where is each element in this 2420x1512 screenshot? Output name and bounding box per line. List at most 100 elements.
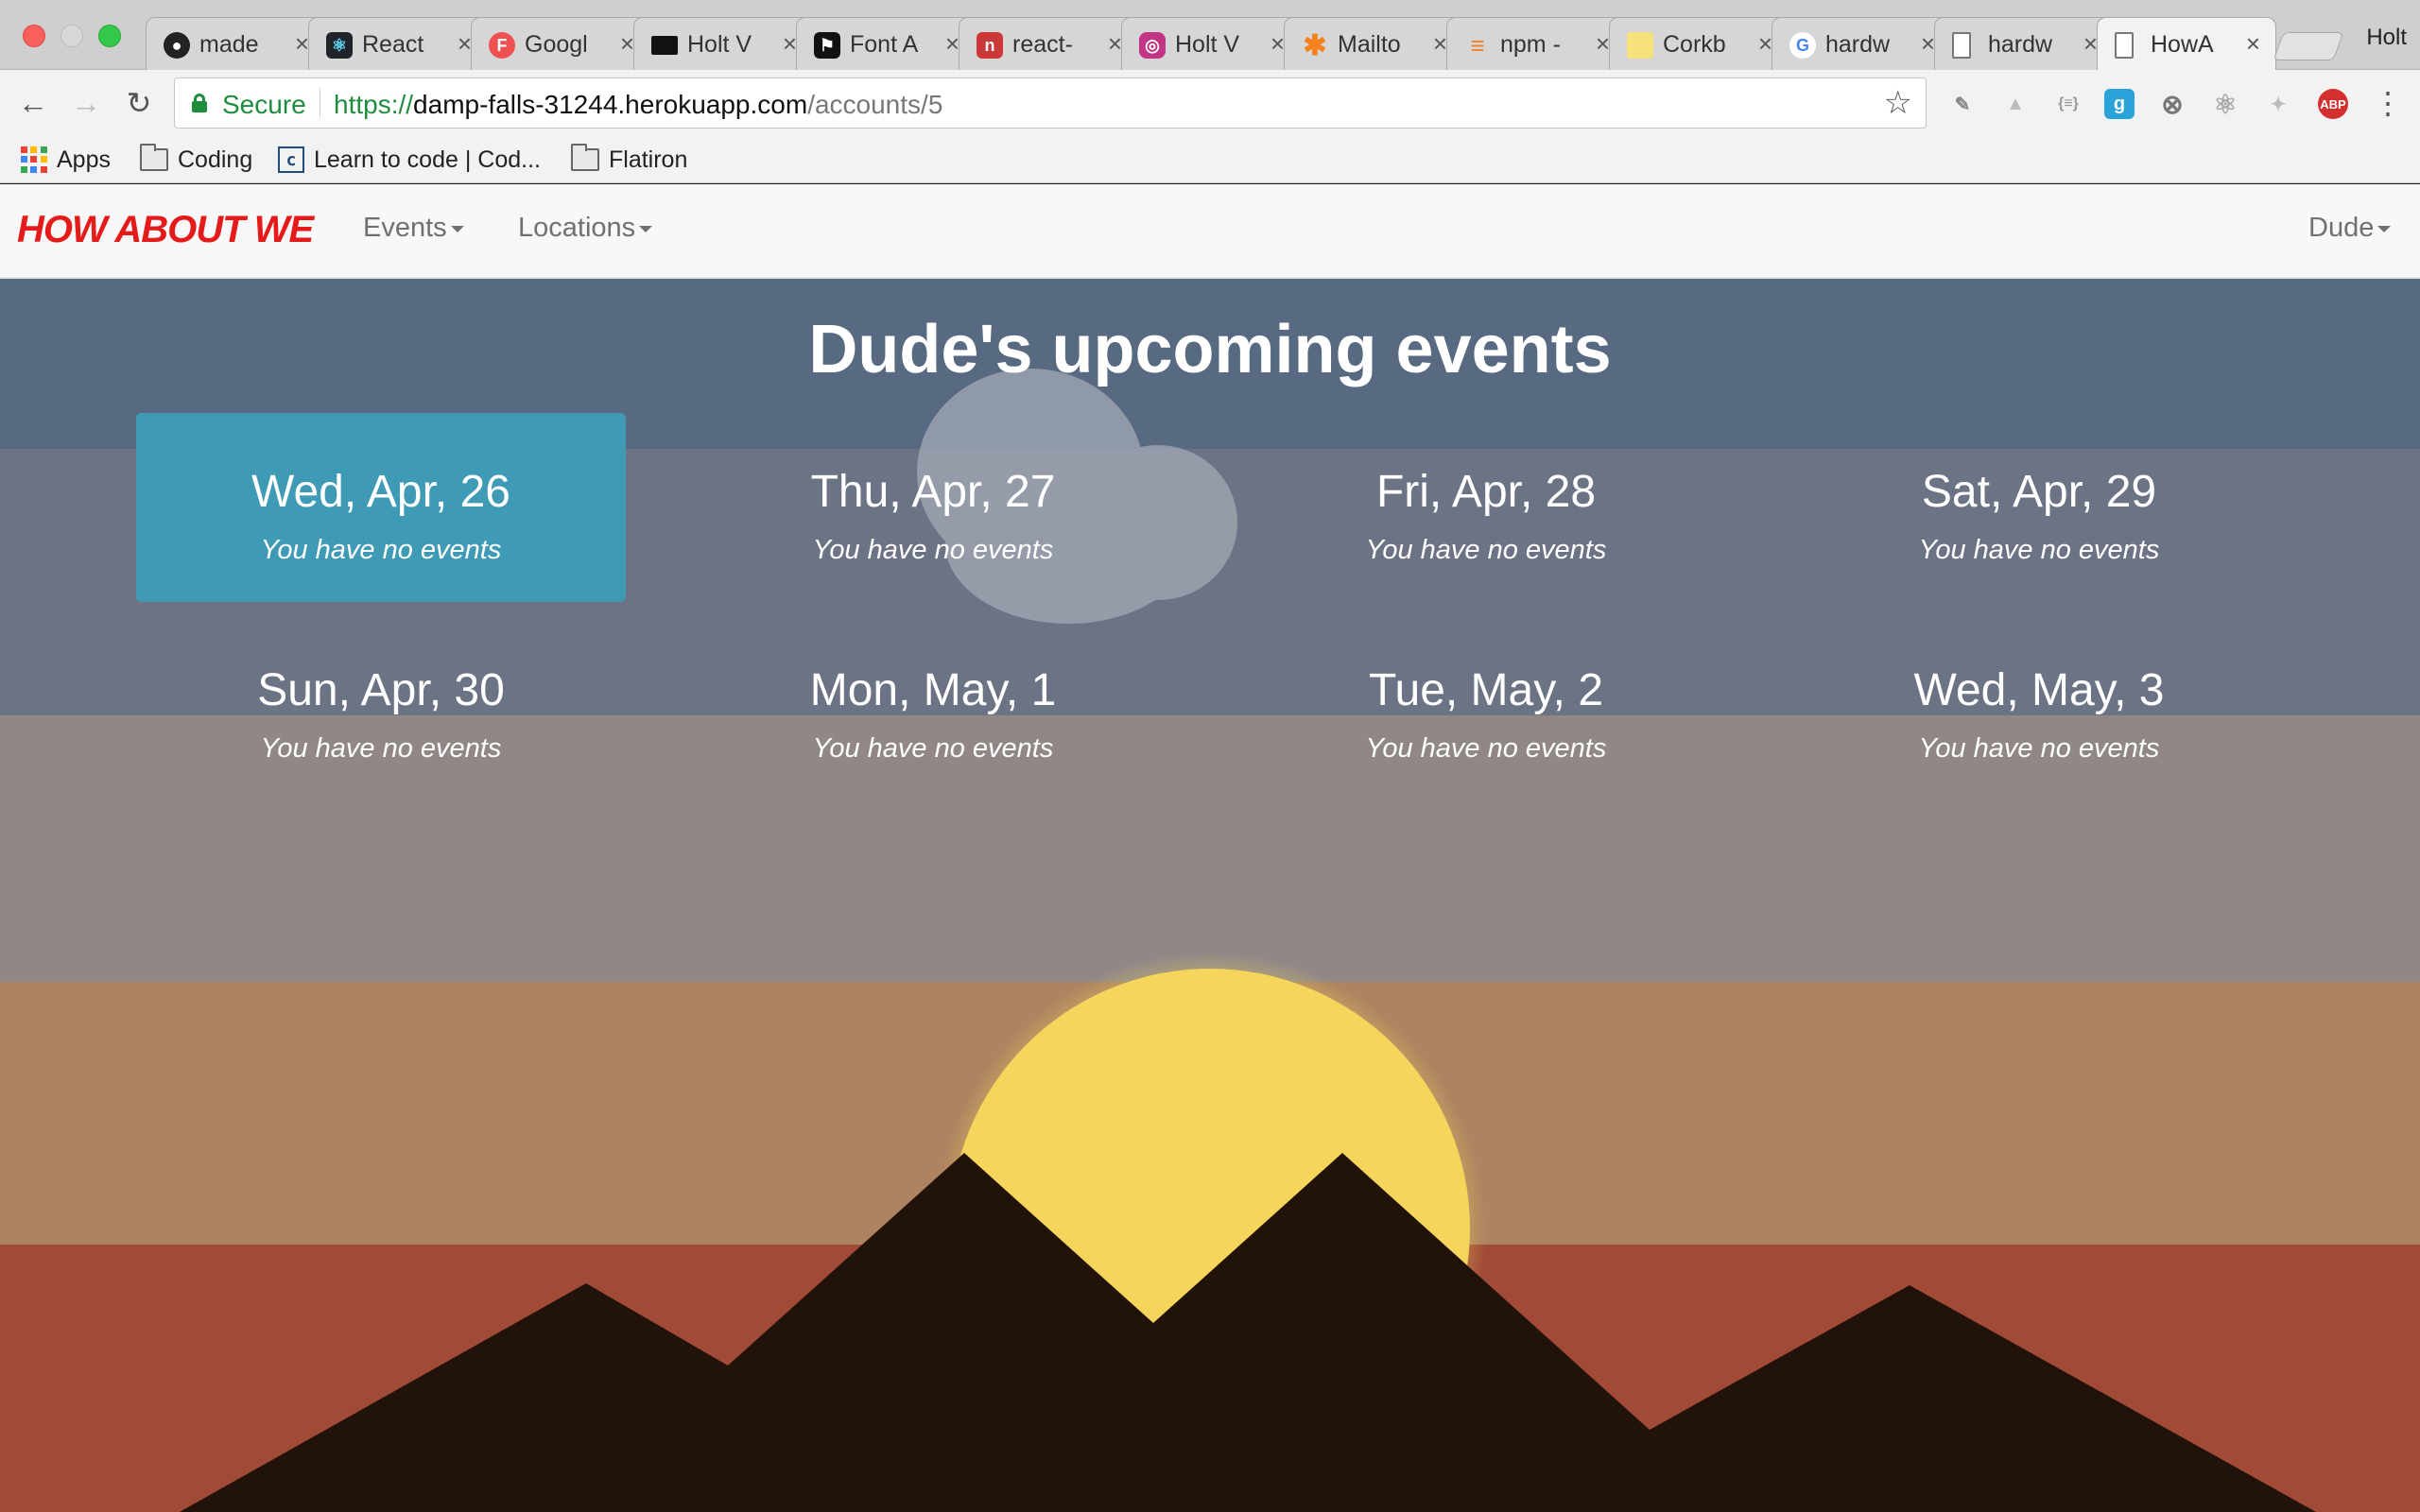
puzzle-extension-icon[interactable]: ✦ xyxy=(2263,89,2293,119)
json-extension-icon[interactable]: {≡} xyxy=(2053,89,2083,119)
secure-label: Secure xyxy=(222,90,306,119)
day-card[interactable]: Sat, Apr, 29 You have no events xyxy=(1794,413,2284,602)
day-status: You have no events xyxy=(1918,535,2160,565)
browser-tab[interactable]: hardw × xyxy=(1934,17,2114,70)
browser-tab[interactable]: ⚑ Font A × xyxy=(796,17,976,70)
browser-tab[interactable]: ✱ Mailto × xyxy=(1284,17,1463,70)
locations-dropdown[interactable]: Locations xyxy=(518,213,653,244)
settings-extension-icon[interactable]: ⊗ xyxy=(2157,89,2187,119)
browser-toolbar: ← → ↻ Secure https://damp-falls-31244.he… xyxy=(0,70,2420,136)
bookmarks-bar: Apps Coding c Learn to code | Cod... Fla… xyxy=(0,136,2420,183)
day-card[interactable]: Mon, May, 1 You have no events xyxy=(688,611,1178,800)
day-status: You have no events xyxy=(1918,733,2160,764)
day-status: You have no events xyxy=(812,535,1054,565)
stackoverflow-icon: ≡ xyxy=(1470,30,1485,60)
events-dropdown[interactable]: Events xyxy=(363,213,464,244)
day-card-highlighted[interactable]: Wed, Apr, 26 You have no events xyxy=(136,413,626,602)
address-bar[interactable]: Secure https://damp-falls-31244.herokuap… xyxy=(174,77,1927,129)
day-status: You have no events xyxy=(260,535,502,565)
user-dropdown[interactable]: Dude xyxy=(2308,213,2392,244)
minimize-window-button[interactable] xyxy=(60,25,83,47)
caret-down-icon xyxy=(639,225,653,232)
browser-tab[interactable]: G hardw × xyxy=(1772,17,1951,70)
day-card[interactable]: Sun, Apr, 30 You have no events xyxy=(136,611,626,800)
bookmark-folder-coding[interactable]: Coding xyxy=(140,144,252,176)
browser-tab[interactable]: F Googl × xyxy=(471,17,650,70)
codecademy-icon: c xyxy=(278,146,304,173)
folder-icon xyxy=(571,144,599,171)
browser-tab-active[interactable]: HowA × xyxy=(2097,17,2276,71)
note-icon xyxy=(1627,32,1653,59)
close-tab-icon[interactable]: × xyxy=(295,29,309,59)
adblock-icon[interactable]: ABP xyxy=(2318,89,2348,119)
tab-strip: ● made × ⚛ React × F Googl × Holt V × ⚑ … xyxy=(0,0,2420,71)
caret-down-icon xyxy=(450,225,464,232)
day-date: Sat, Apr, 29 xyxy=(1921,467,2157,517)
react-devtools-icon[interactable]: ⚛ xyxy=(2210,89,2240,119)
day-date: Thu, Apr, 27 xyxy=(810,467,1056,517)
reload-icon[interactable]: ↻ xyxy=(123,87,155,119)
browser-tab[interactable]: ◎ Holt V × xyxy=(1121,17,1301,70)
browser-tab[interactable]: Holt V × xyxy=(633,17,813,70)
close-tab-icon[interactable]: × xyxy=(458,29,472,59)
npm-icon: n xyxy=(977,32,1003,59)
url-text[interactable]: https://damp-falls-31244.herokuapp.com/a… xyxy=(334,90,942,120)
close-tab-icon[interactable]: × xyxy=(2083,29,2098,59)
browser-tab[interactable]: Corkb × xyxy=(1609,17,1789,70)
forward-arrow-icon[interactable]: → xyxy=(70,87,102,119)
app-navbar: HOW ABOUT WE Events Locations Dude xyxy=(0,184,2420,279)
close-tab-icon[interactable]: × xyxy=(2246,29,2260,59)
font-f-icon: F xyxy=(489,32,515,59)
grammarly-extension-icon[interactable]: g xyxy=(2104,89,2135,119)
browser-menu-icon[interactable]: ⋮ xyxy=(2373,85,2403,121)
browser-tab[interactable]: ⚛ React × xyxy=(308,17,488,70)
close-tab-icon[interactable]: × xyxy=(1108,29,1122,59)
day-status: You have no events xyxy=(812,733,1054,764)
flag-icon: ⚑ xyxy=(814,32,840,59)
back-arrow-icon[interactable]: ← xyxy=(17,87,49,119)
maximize-window-button[interactable] xyxy=(98,25,121,47)
day-card[interactable]: Fri, Apr, 28 You have no events xyxy=(1241,413,1731,602)
caret-down-icon xyxy=(2377,225,2392,232)
browser-tab[interactable]: n react- × xyxy=(959,17,1138,70)
bookmark-codecademy[interactable]: c Learn to code | Cod... xyxy=(278,144,541,176)
bookmark-folder-flatiron[interactable]: Flatiron xyxy=(571,144,687,176)
document-icon xyxy=(1952,32,1971,59)
day-date: Fri, Apr, 28 xyxy=(1375,467,1597,517)
close-tab-icon[interactable]: × xyxy=(1433,29,1447,59)
google-icon: G xyxy=(1789,32,1816,59)
close-tab-icon[interactable]: × xyxy=(945,29,959,59)
day-status: You have no events xyxy=(1365,733,1607,764)
browser-tab[interactable]: ● made × xyxy=(146,17,325,70)
eyedropper-extension-icon[interactable]: ✎ xyxy=(1947,89,1978,119)
day-card[interactable]: Wed, May, 3 You have no events xyxy=(1794,611,2284,800)
day-date: Sun, Apr, 30 xyxy=(257,665,505,715)
close-tab-icon[interactable]: × xyxy=(1270,29,1285,59)
close-tab-icon[interactable]: × xyxy=(620,29,634,59)
close-tab-icon[interactable]: × xyxy=(1596,29,1610,59)
drive-extension-icon[interactable]: ▲ xyxy=(2000,89,2031,119)
folder-icon xyxy=(140,144,168,171)
page-viewport: HOW ABOUT WE Events Locations Dude Dude'… xyxy=(0,184,2420,1512)
profile-name[interactable]: Holt xyxy=(2366,25,2407,51)
new-tab-button[interactable] xyxy=(2273,32,2344,60)
close-tab-icon[interactable]: × xyxy=(1921,29,1935,59)
close-tab-icon[interactable]: × xyxy=(1758,29,1772,59)
day-card[interactable]: Thu, Apr, 27 You have no events xyxy=(688,413,1178,602)
brand-logo[interactable]: HOW ABOUT WE xyxy=(17,209,314,251)
browser-tab[interactable]: ≡ npm - × xyxy=(1446,17,1626,70)
asterisk-icon: ✱ xyxy=(1303,29,1327,61)
bookmark-star-icon[interactable]: ☆ xyxy=(1884,84,1912,122)
monitor-icon xyxy=(651,36,678,55)
apps-grid-icon xyxy=(21,146,47,173)
bookmark-apps[interactable]: Apps xyxy=(21,144,111,176)
instagram-icon: ◎ xyxy=(1139,32,1166,59)
close-window-button[interactable] xyxy=(23,25,45,47)
day-date: Wed, Apr, 26 xyxy=(251,467,510,517)
day-date: Wed, May, 3 xyxy=(1913,665,2165,715)
day-date: Mon, May, 1 xyxy=(809,665,1057,715)
close-tab-icon[interactable]: × xyxy=(783,29,797,59)
document-icon xyxy=(2115,32,2134,59)
day-card[interactable]: Tue, May, 2 You have no events xyxy=(1241,611,1731,800)
lock-icon xyxy=(192,94,207,112)
